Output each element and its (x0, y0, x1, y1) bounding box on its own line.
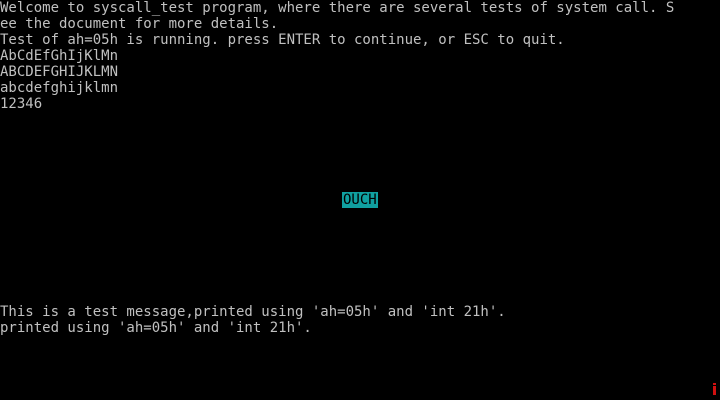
dos-console-screen: Welcome to syscall_test program, where t… (0, 0, 720, 400)
console-line-7: 12346 (0, 96, 43, 112)
console-line-6: abcdefghijklmn (0, 80, 119, 96)
console-line-5: ABCDEFGHIJKLMN (0, 64, 119, 80)
text-cursor-icon (713, 383, 716, 395)
test-message-line-2: printed using 'ah=05h' and 'int 21h'. (0, 320, 312, 336)
test-message-line-1: This is a test message,printed using 'ah… (0, 304, 506, 320)
console-line-2: ee the document for more details. (0, 16, 279, 32)
console-line-3: Test of ah=05h is running. press ENTER t… (0, 32, 565, 48)
console-line-1: Welcome to syscall_test program, where t… (0, 0, 675, 16)
console-line-4: AbCdEfGhIjKlMn (0, 48, 119, 64)
highlighted-banner-text: OUCH (342, 192, 378, 208)
